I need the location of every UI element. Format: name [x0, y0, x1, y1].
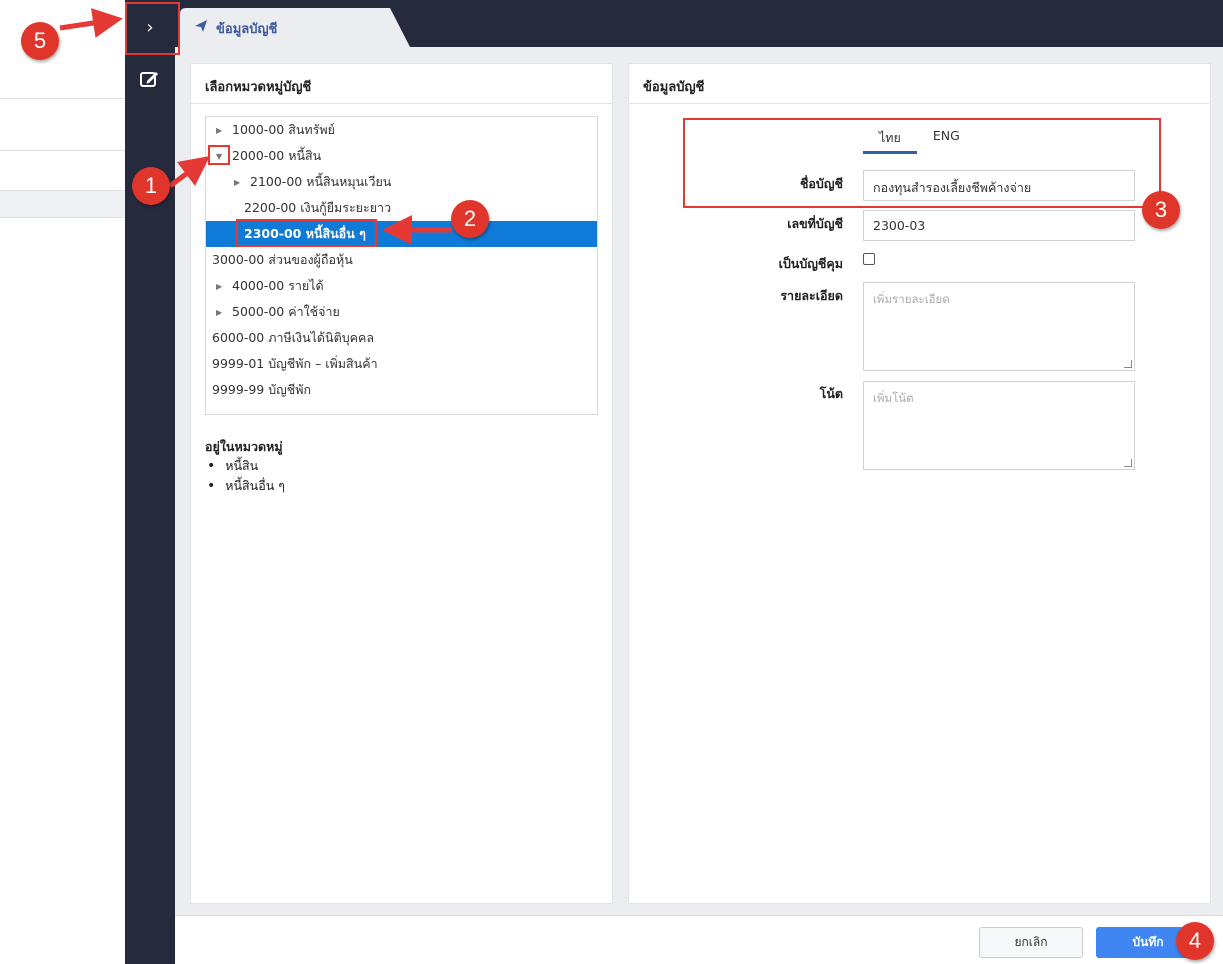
note-textarea[interactable]: เพิ่มโน้ต	[863, 381, 1135, 470]
tree-item[interactable]: ▶ 5000-00 ค่าใช้จ่าย	[206, 299, 597, 325]
marker-5: 5	[21, 22, 59, 60]
edit-button[interactable]	[125, 64, 175, 94]
note-placeholder: เพิ่มโน้ต	[873, 391, 914, 405]
tree-item-label: 6000-00 ภาษีเงินได้นิติบุคคล	[212, 330, 375, 345]
tree-item-label: 9999-01 บัญชีพัก – เพิ่มสินค้า	[212, 356, 378, 371]
resize-handle-icon[interactable]	[1124, 459, 1132, 467]
detail-textarea[interactable]: เพิ่มรายละเอียด	[863, 282, 1135, 371]
tree-item-label: 1000-00 สินทรัพย์	[232, 122, 335, 137]
tree-item-label: 2100-00 หนี้สินหมุนเวียน	[250, 174, 392, 189]
control-account-label: เป็นบัญชีคุม	[778, 256, 843, 271]
panel-title: ข้อมูลบัญชี	[629, 64, 1210, 104]
paper-plane-icon	[194, 19, 208, 37]
marker-2: 2	[451, 200, 489, 238]
tree-item-label: 2000-00 หนี้สิน	[232, 148, 322, 163]
tree-item[interactable]: 2200-00 เงินกู้ยืมระยะยาว	[206, 195, 597, 221]
tree-item[interactable]: ▼ 2000-00 หนี้สิน	[206, 143, 597, 169]
tree-item[interactable]: 9999-01 บัญชีพัก – เพิ่มสินค้า	[206, 351, 597, 377]
marker-1: 1	[132, 167, 170, 205]
tree-item-label: 2200-00 เงินกู้ยืมระยะยาว	[244, 200, 392, 215]
category-tree: ▶ 1000-00 สินทรัพย์ ▼ 2000-00 หนี้สิน ▶ 2100-…	[205, 116, 598, 415]
detail-label: รายละเอียด	[780, 288, 843, 303]
tree-item[interactable]: 6000-00 ภาษีเงินได้นิติบุคคล	[206, 325, 597, 351]
account-number-field[interactable]: 2300-03	[863, 210, 1135, 241]
category-list: หนี้สินหนี้สินอื่น ๆ	[205, 456, 285, 496]
background-divider	[0, 150, 125, 151]
sidebar: ›	[125, 0, 175, 964]
control-account-checkbox[interactable]	[863, 253, 875, 265]
tab-label: ข้อมูลบัญชี	[216, 22, 278, 37]
note-label: โน้ต	[819, 386, 843, 401]
tree-item-label: 5000-00 ค่าใช้จ่าย	[232, 304, 340, 319]
highlight-box-1	[208, 145, 230, 165]
background-page	[0, 0, 125, 964]
tree-item-label: 9999-99 บัญชีพัก	[212, 382, 312, 397]
highlight-box-5	[125, 2, 180, 55]
marker-3: 3	[1142, 191, 1180, 229]
tree-item-label: 4000-00 รายได้	[232, 278, 324, 293]
background-bar	[0, 190, 125, 218]
marker-4: 4	[1176, 922, 1214, 960]
category-heading: อยู่ในหมวดหมู่	[205, 439, 283, 454]
resize-handle-icon[interactable]	[1124, 360, 1132, 368]
caret-right-icon[interactable]: ▶	[216, 308, 226, 317]
highlight-box-3	[683, 118, 1161, 208]
caret-right-icon[interactable]: ▶	[216, 126, 226, 135]
caret-right-icon[interactable]: ▶	[216, 282, 226, 291]
background-divider	[0, 98, 125, 99]
category-item: หนี้สินอื่น ๆ	[205, 476, 285, 496]
tree-item[interactable]: ▶ 4000-00 รายได้	[206, 273, 597, 299]
tree-item[interactable]: 9999-99 บัญชีพัก	[206, 377, 597, 403]
cancel-button[interactable]: ยกเลิก	[979, 927, 1083, 958]
edit-icon	[140, 72, 158, 87]
detail-placeholder: เพิ่มรายละเอียด	[873, 292, 950, 306]
tree-item[interactable]: ▶ 1000-00 สินทรัพย์	[206, 117, 597, 143]
tree-item-label: 3000-00 ส่วนของผู้ถือหุ้น	[212, 252, 353, 267]
account-number-label: เลขที่บัญชี	[787, 216, 843, 231]
tree-item[interactable]: 3000-00 ส่วนของผู้ถือหุ้น	[206, 247, 597, 273]
panel-title: เลือกหมวดหมู่บัญชี	[191, 64, 612, 104]
highlight-box-2	[236, 219, 377, 247]
tab-account-info[interactable]	[180, 8, 410, 47]
category-item: หนี้สิน	[205, 456, 285, 476]
caret-right-icon[interactable]: ▶	[234, 178, 244, 187]
tree-item[interactable]: ▶ 2100-00 หนี้สินหมุนเวียน	[206, 169, 597, 195]
